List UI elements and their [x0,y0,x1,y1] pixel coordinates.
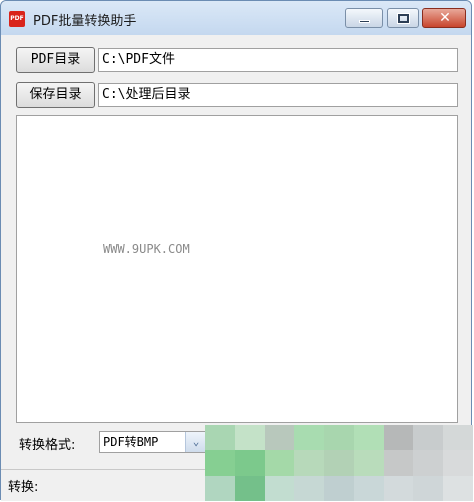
pdf-dir-input[interactable]: C:\PDF文件 [98,48,458,72]
mosaic-tile [324,425,354,451]
mosaic-tile [234,475,265,501]
maximize-button[interactable] [387,8,419,28]
mosaic-tile [413,475,444,501]
log-area[interactable]: WWW.9UPK.COM [16,115,458,423]
title-bar[interactable]: PDF PDF批量转换助手 ✕ [1,1,471,35]
mosaic-tile [383,475,414,501]
mosaic-tile [353,450,384,476]
mosaic-tile [413,425,444,451]
mosaic-tile [353,475,384,501]
mosaic-tile [205,450,235,476]
mosaic-tile [294,475,325,501]
mosaic-tile [383,450,414,476]
close-icon: ✕ [439,10,451,26]
minimize-icon [359,20,370,23]
mosaic-tile [324,475,354,501]
mosaic-tile [443,475,473,501]
chevron-down-icon[interactable]: ⌄ [185,432,206,452]
mosaic-tile [413,450,444,476]
format-label: 转换格式: [19,438,76,453]
window-title: PDF批量转换助手 [33,14,137,29]
save-dir-button[interactable]: 保存目录 [16,82,95,108]
watermark-text: WWW.9UPK.COM [103,242,190,256]
mosaic-tile [264,450,295,476]
save-dir-input[interactable]: C:\处理后目录 [98,83,458,107]
mosaic-tile [264,475,295,501]
mosaic-tile [383,425,414,451]
mosaic-tile [443,450,473,476]
format-select[interactable]: PDF转BMP ⌄ [99,431,207,453]
maximize-icon [398,14,409,23]
mosaic-tile [205,475,235,501]
minimize-button[interactable] [345,8,383,28]
mosaic-tile [353,425,384,451]
app-window: PDF PDF批量转换助手 ✕ PDF目录 C:\PDF文件 保存目录 C:\处… [0,0,473,501]
mosaic-tile [205,425,235,451]
mosaic-tile [294,450,325,476]
mosaic-tile [324,450,354,476]
mosaic-tile [264,425,295,451]
mosaic-tile [294,425,325,451]
mosaic-tile [443,425,473,451]
format-selected-value: PDF转BMP [103,435,159,449]
pdf-dir-button[interactable]: PDF目录 [16,47,95,73]
pdf-app-icon: PDF [9,11,25,27]
pixelated-mosaic-overlay [205,425,473,501]
status-label: 转换: [8,480,39,495]
mosaic-tile [234,450,265,476]
mosaic-tile [234,425,265,451]
close-button[interactable]: ✕ [422,8,466,28]
